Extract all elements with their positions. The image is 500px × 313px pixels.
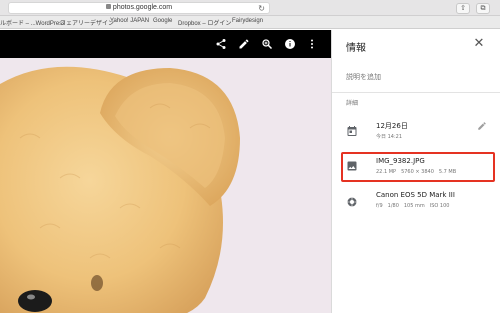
more-vert-icon[interactable] xyxy=(306,38,318,50)
description-input[interactable] xyxy=(346,70,486,84)
bookmark-item[interactable]: Dropbox – ログイン xyxy=(178,18,231,27)
pencil-icon[interactable] xyxy=(477,121,487,131)
bookmarks-bar: ルボード – ...WordPress フェアリーデザイン Yahoo! JAP… xyxy=(0,16,500,29)
aperture-text: f/9 xyxy=(376,203,383,209)
details-label: 詳細 xyxy=(346,100,359,107)
share-sheet-button[interactable]: ⇧ xyxy=(456,3,470,14)
browser-toolbar: photos.google.com ↻ ⇧ ⧉ xyxy=(0,0,500,16)
viewer-toolbar xyxy=(0,30,331,58)
zoom-icon[interactable] xyxy=(261,38,273,50)
camera-icon xyxy=(347,197,357,207)
divider xyxy=(332,92,500,93)
address-bar[interactable]: photos.google.com ↻ xyxy=(8,2,270,14)
time-text: 今日 14:21 xyxy=(376,134,402,140)
teddy-bear-photo xyxy=(0,58,331,313)
exif-details: f/9 1/80 105 mm ISO 100 xyxy=(376,203,454,209)
calendar-icon xyxy=(347,126,357,136)
focal-length-text: 105 mm xyxy=(403,203,425,209)
close-icon[interactable]: ✕ xyxy=(472,37,486,51)
url-text: photos.google.com xyxy=(9,4,269,11)
highlight-box xyxy=(341,152,495,182)
info-panel: 情報 ✕ 詳細 12月26日 今日 14:21 IMG_9382.JPG 22.… xyxy=(331,30,500,313)
edit-icon[interactable] xyxy=(238,38,250,50)
date-text: 12月26日 xyxy=(376,122,408,130)
bookmark-item[interactable]: Google xyxy=(153,18,172,24)
tabs-button[interactable]: ⧉ xyxy=(476,3,490,14)
camera-model: Canon EOS 5D Mark III xyxy=(376,191,455,199)
reload-icon[interactable]: ↻ xyxy=(258,4,265,13)
url-label: photos.google.com xyxy=(112,4,173,11)
shutter-text: 1/80 xyxy=(387,203,399,209)
lock-icon xyxy=(105,4,111,9)
iso-text: ISO 100 xyxy=(429,203,450,209)
bookmark-item[interactable]: ルボード – ...WordPress xyxy=(0,18,65,27)
photo-viewer xyxy=(0,30,331,313)
bookmark-item[interactable]: フェアリーデザイン xyxy=(60,18,114,27)
bookmark-item[interactable]: Fairydesign xyxy=(232,18,263,24)
panel-title: 情報 xyxy=(346,43,366,54)
bookmark-item[interactable]: Yahoo! JAPAN xyxy=(110,18,149,24)
share-icon[interactable] xyxy=(215,38,227,50)
info-icon[interactable] xyxy=(284,38,296,50)
